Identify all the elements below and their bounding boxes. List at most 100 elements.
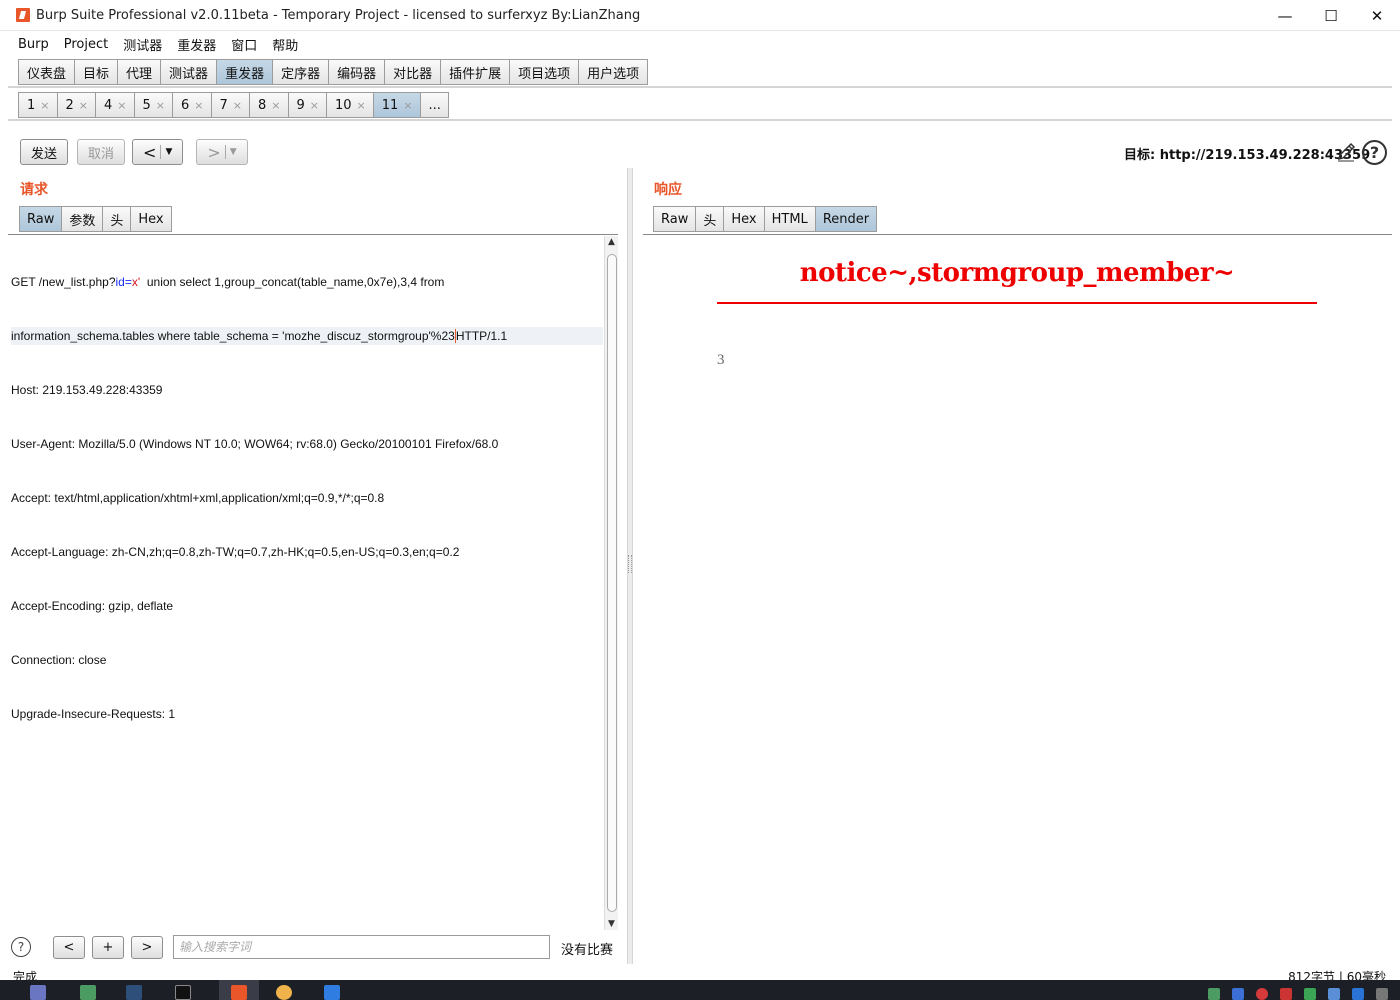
tab-params[interactable]: 参数 [61, 206, 103, 232]
shield-icon[interactable] [1352, 988, 1364, 1000]
render-value: 3 [717, 352, 725, 368]
target-label: 目标: http://219.153.49.228:43359 [1124, 148, 1371, 163]
new-tab-button[interactable]: ... [419, 92, 449, 118]
repeater-tab-label: 11 [381, 97, 399, 113]
tab-close-icon[interactable]: × [357, 99, 366, 112]
tray-icon[interactable] [1328, 988, 1340, 1000]
tab-headers[interactable]: 头 [102, 206, 131, 232]
tab-close-icon[interactable]: × [79, 99, 88, 112]
tab-close-icon[interactable]: × [156, 99, 165, 112]
tab-close-icon[interactable]: × [194, 99, 203, 112]
scroll-up-icon[interactable]: ▲ [608, 237, 615, 247]
repeater-tab-active[interactable]: 11 × [372, 92, 420, 118]
tab-repeater[interactable]: 重发器 [216, 59, 273, 85]
tab-dashboard[interactable]: 仪表盘 [18, 59, 75, 85]
tab-extender[interactable]: 插件扩展 [440, 59, 510, 85]
tab-raw[interactable]: Raw [653, 206, 696, 232]
tab-user-options[interactable]: 用户选项 [578, 59, 649, 85]
pencil-icon[interactable] [1336, 141, 1356, 163]
tray-icon[interactable] [1280, 988, 1292, 1000]
tab-close-icon[interactable]: × [40, 99, 49, 112]
repeater-tabs-rule [8, 119, 1392, 121]
tab-proxy[interactable]: 代理 [117, 59, 161, 85]
repeater-tab[interactable]: 7 × [210, 92, 249, 118]
menu-help[interactable]: 帮助 [262, 35, 303, 54]
mysql-taskbar-icon[interactable] [126, 985, 142, 1000]
tab-close-icon[interactable]: × [271, 99, 280, 112]
request-line-text: union select 1,group_concat(table_name,0… [140, 275, 445, 289]
repeater-tab[interactable]: 4 × [95, 92, 134, 118]
taskbar-app-icon[interactable] [324, 985, 340, 1000]
request-line: User-Agent: Mozilla/5.0 (Windows NT 10.0… [11, 437, 499, 451]
cancel-button[interactable]: 取消 [77, 139, 126, 165]
repeater-tab[interactable]: 10 × [326, 92, 373, 118]
taskbar-app-icon[interactable] [80, 985, 96, 1000]
search-add-button[interactable]: + [92, 935, 124, 959]
scroll-down-icon[interactable]: ▼ [608, 919, 615, 929]
button-separator [224, 145, 226, 159]
repeater-tab[interactable]: 6 × [172, 92, 211, 118]
repeater-tab-label: 2 [65, 97, 74, 113]
repeater-tab[interactable]: 9 × [287, 92, 326, 118]
tab-raw[interactable]: Raw [19, 206, 62, 232]
menu-repeater[interactable]: 重发器 [167, 35, 221, 54]
menu-intruder[interactable]: 测试器 [113, 35, 167, 54]
tab-project-options[interactable]: 项目选项 [509, 59, 579, 85]
repeater-tab[interactable]: 5 × [133, 92, 172, 118]
tray-icon[interactable] [1304, 988, 1316, 1000]
tab-hex[interactable]: Hex [130, 206, 172, 232]
menu-burp[interactable]: Burp [8, 37, 54, 52]
maximize-button[interactable]: ☐ [1308, 0, 1354, 31]
send-button[interactable]: 发送 [20, 139, 69, 165]
repeater-tab[interactable]: 8 × [249, 92, 288, 118]
dropdown-arrow-icon[interactable]: ▼ [165, 147, 172, 157]
tray-icon[interactable] [1376, 988, 1388, 1000]
tab-intruder[interactable]: 测试器 [160, 59, 217, 85]
repeater-tab[interactable]: 1 × [18, 92, 57, 118]
search-prev-button[interactable]: < [53, 935, 85, 959]
tab-comparer[interactable]: 对比器 [384, 59, 441, 85]
tray-icon[interactable] [1232, 988, 1244, 1000]
taskbar-app-icon[interactable] [30, 985, 46, 1000]
minimize-button[interactable]: — [1262, 0, 1308, 31]
request-line: information_schema.tables where table_sc… [11, 327, 603, 345]
tray-icon[interactable] [1208, 988, 1220, 1000]
dropdown-arrow-icon[interactable]: ▼ [230, 147, 237, 157]
menu-window[interactable]: 窗口 [221, 35, 262, 54]
tab-close-icon[interactable]: × [403, 99, 412, 112]
search-next-button[interactable]: > [131, 935, 163, 959]
tray-icon[interactable] [1256, 988, 1268, 1000]
taskbar-app-icon[interactable] [276, 985, 292, 1000]
response-tabs: Raw 头 Hex HTML Render [653, 206, 878, 232]
tab-close-icon[interactable]: × [233, 99, 242, 112]
tab-html[interactable]: HTML [763, 206, 815, 232]
repeater-tabs: 1 × 2 × 4 × 5 × 6 × 7 × 8 × 9 × 10 × 11 × ... [18, 92, 449, 118]
close-button[interactable]: ✕ [1354, 0, 1400, 31]
tab-hex[interactable]: Hex [723, 206, 764, 232]
burp-taskbar-icon[interactable] [231, 985, 247, 1000]
tab-target[interactable]: 目标 [74, 59, 118, 85]
menu-project[interactable]: Project [54, 37, 113, 52]
help-icon[interactable]: ? [1362, 140, 1387, 165]
tab-decoder[interactable]: 编码器 [328, 59, 385, 85]
request-editor[interactable]: GET /new_list.php?id=x' union select 1,g… [11, 237, 603, 741]
forward-button[interactable]: > ▼ [196, 139, 248, 165]
back-button[interactable]: < ▼ [132, 139, 184, 165]
tab-close-icon[interactable]: × [310, 99, 319, 112]
repeater-tab-label: 10 [335, 97, 352, 113]
request-tabs: Raw 参数 头 Hex [19, 206, 172, 232]
search-help-icon[interactable]: ? [11, 937, 31, 957]
scrollbar-thumb[interactable] [607, 254, 617, 912]
request-scrollbar[interactable]: ▲ ▼ [604, 236, 618, 930]
tab-render[interactable]: Render [814, 206, 878, 232]
repeater-tab-label: 9 [296, 97, 305, 113]
divider-grip-icon[interactable] [628, 555, 632, 573]
search-input[interactable] [173, 935, 550, 959]
repeater-tab[interactable]: 2 × [56, 92, 95, 118]
request-toolbar: 发送 取消 < ▼ > ▼ [20, 139, 248, 165]
terminal-taskbar-icon[interactable] [175, 985, 191, 1000]
request-line: Connection: close [11, 653, 107, 667]
tab-headers[interactable]: 头 [695, 206, 724, 232]
tab-sequencer[interactable]: 定序器 [272, 59, 329, 85]
tab-close-icon[interactable]: × [117, 99, 126, 112]
